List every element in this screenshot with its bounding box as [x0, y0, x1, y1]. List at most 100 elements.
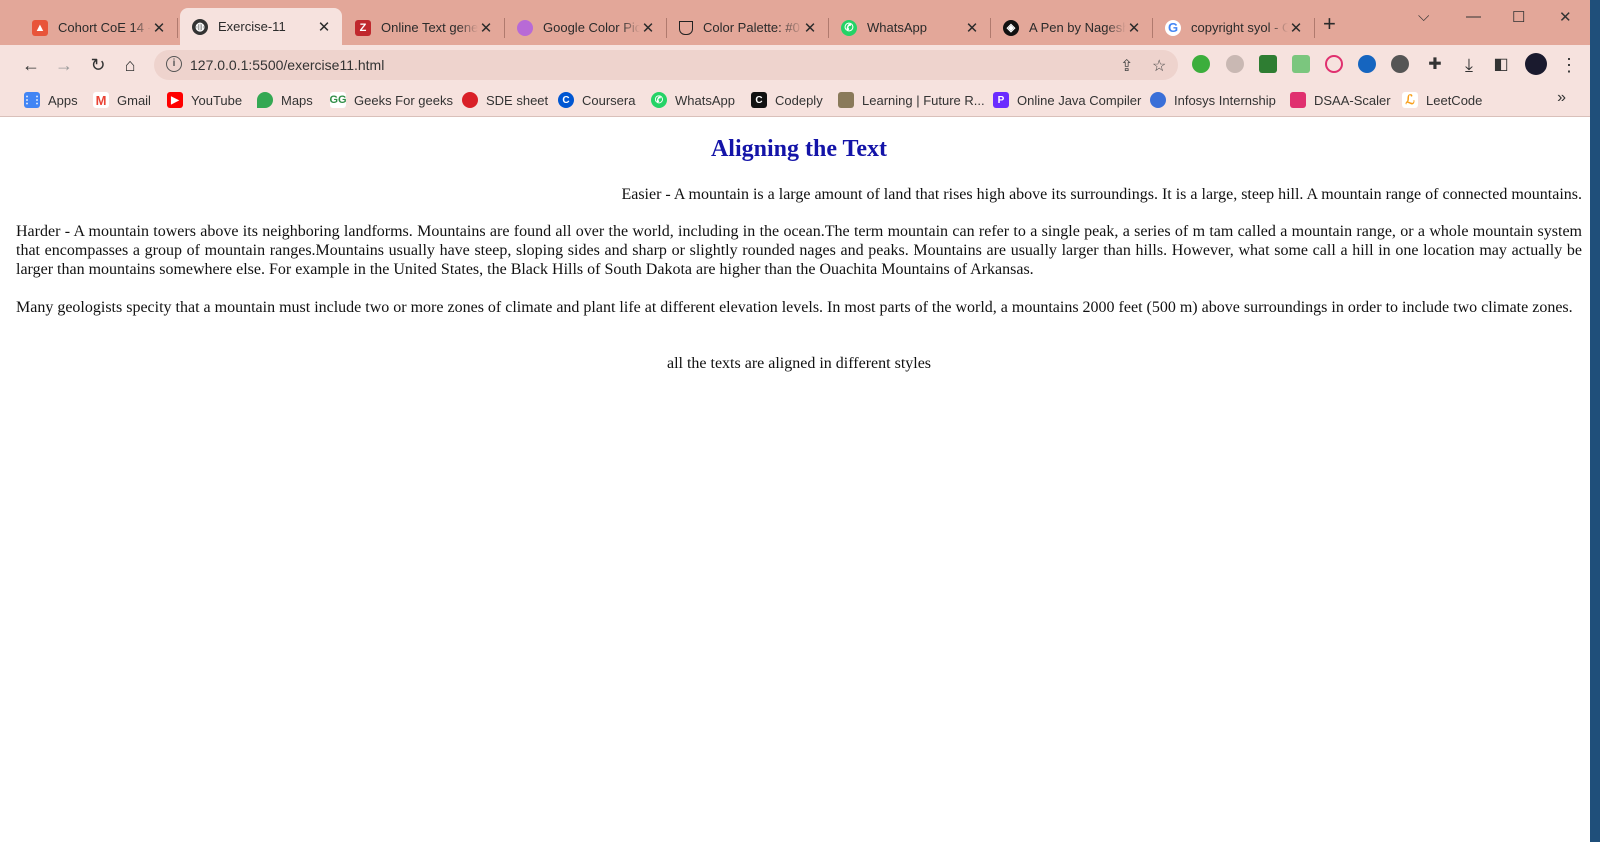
- bookmark-label: Gmail: [117, 92, 151, 108]
- tab-color-palette[interactable]: Color Palette: #0 ✕: [667, 10, 829, 45]
- codepen-icon: ◈: [1003, 19, 1019, 36]
- infosys-icon: [1150, 92, 1166, 108]
- extensions-puzzle-icon[interactable]: ✚: [1423, 53, 1447, 77]
- forward-arrow-icon[interactable]: →: [52, 53, 76, 77]
- extension-green-icon[interactable]: [1192, 55, 1210, 73]
- tab-title: Online Text gene: [381, 20, 478, 35]
- paragraph-justified-geologists: Many geologists specity that a mountain …: [16, 299, 1573, 316]
- browser-toolbar: ← → ↻ ⌂ i 127.0.0.1:5500/exercise11.html…: [0, 45, 1590, 85]
- tab-cohort[interactable]: ▲ Cohort CoE 14 - I ✕: [20, 10, 178, 45]
- bookmark-label: YouTube: [191, 92, 243, 108]
- bookmark-apps[interactable]: ⋮⋮ Apps: [22, 90, 78, 110]
- color-picker-icon: [517, 19, 533, 36]
- bookmark-infosys[interactable]: Infosys Internship: [1150, 90, 1276, 110]
- bookmark-codeply[interactable]: C Codeply: [751, 90, 823, 110]
- brave-icon: ▲: [32, 19, 48, 36]
- apps-grid-icon: ⋮⋮: [22, 92, 42, 108]
- extension-blue-icon[interactable]: [1358, 55, 1376, 73]
- tab-title: Color Palette: #0: [703, 20, 800, 35]
- bookmark-star-icon[interactable]: ☆: [1152, 56, 1166, 76]
- new-tab-button[interactable]: +: [1323, 13, 1336, 35]
- codeply-icon: C: [751, 92, 767, 108]
- tab-strip: ▲ Cohort CoE 14 - I ✕ ◍ Exercise-11 ✕ Z …: [0, 0, 1590, 45]
- url-text[interactable]: 127.0.0.1:5500/exercise11.html: [190, 57, 384, 73]
- bookmark-maps[interactable]: Maps: [257, 90, 313, 110]
- paragraph-justified-harder: Harder - A mountain towers above its nei…: [16, 223, 1582, 278]
- extension-tree-icon[interactable]: [1259, 55, 1277, 73]
- download-icon[interactable]: ⤓: [1457, 53, 1481, 77]
- bookmark-label: Coursera: [582, 92, 636, 108]
- bookmark-sde-sheet[interactable]: SDE sheet: [462, 90, 548, 110]
- globe-icon: ◍: [192, 18, 208, 35]
- extension-glasses-icon[interactable]: [1391, 55, 1409, 73]
- bookmark-geeks-for-geeks[interactable]: GG Geeks For geeks: [329, 90, 453, 110]
- bookmark-label: Maps: [281, 92, 313, 108]
- bookmark-learning[interactable]: Learning | Future R...: [838, 90, 985, 110]
- sde-icon: [462, 92, 478, 108]
- home-icon[interactable]: ⌂: [118, 53, 142, 77]
- bookmark-label: SDE sheet: [486, 92, 549, 108]
- whatsapp-icon: ✆: [651, 92, 667, 108]
- tab-search-icon[interactable]: ⌵: [1418, 8, 1429, 25]
- bookmark-dsaa-scaler[interactable]: DSAA-Scaler: [1290, 90, 1391, 110]
- tab-google-color-picker[interactable]: Google Color Pic ✕: [505, 10, 667, 45]
- extension-play-icon[interactable]: [1325, 55, 1343, 73]
- profile-avatar[interactable]: [1525, 53, 1547, 75]
- tab-codepen[interactable]: ◈ A Pen by Nagesh ✕: [991, 10, 1153, 45]
- bookmark-label: Online Java Compiler: [1017, 92, 1142, 108]
- close-icon[interactable]: ✕: [316, 18, 332, 36]
- leetcode-icon: ℒ: [1402, 92, 1418, 108]
- tab-whatsapp[interactable]: ✆ WhatsApp ✕: [829, 10, 991, 45]
- learning-icon: [838, 92, 854, 108]
- scaler-icon: [1290, 92, 1306, 108]
- minimize-button[interactable]: —: [1466, 8, 1481, 25]
- bookmark-label: LeetCode: [1426, 92, 1483, 108]
- tab-online-text-gen[interactable]: Z Online Text gene ✕: [343, 10, 505, 45]
- back-arrow-icon[interactable]: ←: [19, 53, 43, 77]
- bookmarks-bar: ⋮⋮ Apps M Gmail ▶ YouTube Maps GG Geeks …: [0, 85, 1590, 117]
- tab-title: Exercise-11: [218, 19, 286, 34]
- paragraph-centered: all the texts are aligned in different s…: [666, 355, 932, 372]
- bookmark-label: Apps: [48, 92, 78, 108]
- google-icon: G: [1165, 19, 1181, 36]
- gmail-icon: M: [93, 92, 109, 108]
- whatsapp-icon: ✆: [841, 19, 857, 36]
- youtube-icon: ▶: [167, 92, 183, 108]
- bookmark-label: Codeply: [775, 92, 823, 108]
- side-panel-icon[interactable]: ◧: [1489, 53, 1513, 77]
- share-icon[interactable]: ⇪: [1120, 56, 1133, 76]
- tab-google-search[interactable]: G copyright syol - G ✕: [1153, 10, 1315, 45]
- more-bookmarks-icon[interactable]: »: [1557, 89, 1566, 107]
- java-icon: P: [993, 92, 1009, 108]
- close-window-button[interactable]: ✕: [1559, 8, 1572, 26]
- maximize-button[interactable]: ☐: [1512, 8, 1525, 26]
- bookmark-youtube[interactable]: ▶ YouTube: [167, 90, 242, 110]
- address-bar[interactable]: i 127.0.0.1:5500/exercise11.html ⇪ ☆: [154, 50, 1178, 80]
- bookmark-leetcode[interactable]: ℒ LeetCode: [1402, 90, 1482, 110]
- palette-icon: [679, 20, 693, 35]
- z-icon: Z: [355, 19, 371, 36]
- close-icon[interactable]: ✕: [1288, 19, 1304, 37]
- bookmark-gmail[interactable]: M Gmail: [93, 90, 151, 110]
- extension-calendar-icon[interactable]: [1292, 55, 1310, 73]
- extension-bug-icon[interactable]: [1226, 55, 1244, 73]
- tab-title: A Pen by Nagesh: [1029, 20, 1126, 35]
- close-icon[interactable]: ✕: [964, 19, 980, 37]
- bookmark-coursera[interactable]: C Coursera: [558, 90, 635, 110]
- close-icon[interactable]: ✕: [478, 19, 494, 37]
- close-icon[interactable]: ✕: [151, 19, 167, 37]
- browser-window: ▲ Cohort CoE 14 - I ✕ ◍ Exercise-11 ✕ Z …: [0, 0, 1590, 842]
- reload-icon[interactable]: ↻: [86, 53, 110, 77]
- close-icon[interactable]: ✕: [802, 19, 818, 37]
- gfg-icon: GG: [329, 92, 347, 108]
- tab-title: Cohort CoE 14 - I: [58, 20, 151, 35]
- bookmark-online-java-compiler[interactable]: P Online Java Compiler: [993, 90, 1141, 110]
- bookmark-label: Infosys Internship: [1174, 92, 1276, 108]
- menu-icon[interactable]: ⋮: [1557, 53, 1581, 77]
- site-info-icon[interactable]: i: [166, 56, 182, 72]
- bookmark-whatsapp[interactable]: ✆ WhatsApp: [651, 90, 735, 110]
- tab-exercise-11[interactable]: ◍ Exercise-11 ✕: [180, 8, 342, 45]
- close-icon[interactable]: ✕: [1126, 19, 1142, 37]
- close-icon[interactable]: ✕: [640, 19, 656, 37]
- maps-icon: [257, 92, 273, 108]
